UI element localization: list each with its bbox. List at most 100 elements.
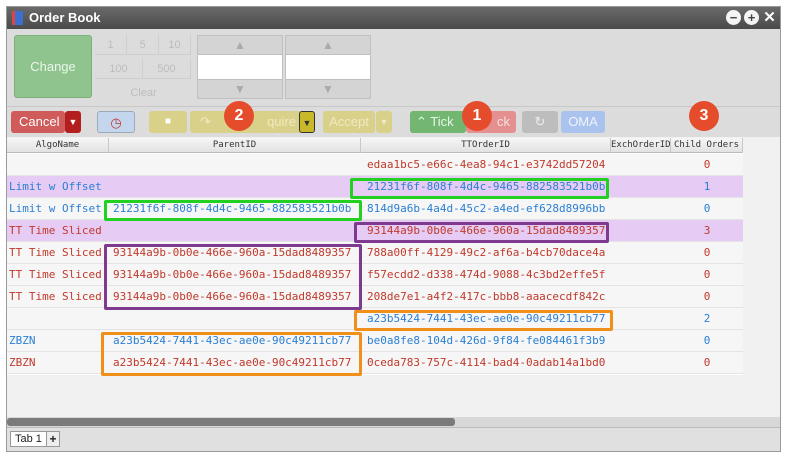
price-stepper: ▲ ▼ — [285, 35, 371, 99]
order-entry-panel: Change 1 5 10 100 500 Clear ▲ ▼ ▲ ▼ — [7, 29, 780, 107]
child-orders-cell: 0 — [703, 356, 711, 369]
callout-badge-2: 2 — [224, 101, 254, 131]
child-orders-cell: 0 — [703, 202, 711, 215]
column-header-parentid[interactable]: ParentID — [109, 138, 361, 153]
table-row[interactable]: ZBZN a23b5424-7441-43ec-ae0e-90c49211cb77… — [7, 352, 743, 374]
algo-cell: Limit w Offset — [9, 202, 102, 215]
quantity-input[interactable] — [198, 54, 282, 80]
accept-dropdown-icon[interactable]: ▼ — [376, 111, 392, 133]
child-orders-cell: 1 — [703, 180, 711, 193]
table-row[interactable]: TT Time Sliced 93144a9b-0b0e-466e-960a-15… — [7, 286, 743, 308]
child-orders-cell: 2 — [703, 312, 711, 325]
maximize-icon[interactable]: + — [744, 10, 759, 25]
tab-1[interactable]: Tab 1 — [10, 431, 47, 447]
column-header-ttorderid[interactable]: TTOrderID — [361, 138, 611, 153]
change-button[interactable]: Change — [14, 35, 92, 98]
stop-icon[interactable]: ■ — [149, 111, 187, 133]
table-row[interactable]: Limit w Offset 21231f6f-808f-4d4c-9465-88… — [7, 176, 743, 198]
table-row[interactable]: edaa1bc5-e66c-4ea8-94c1-e3742dd57204 0 — [7, 154, 743, 176]
child-orders-cell: 0 — [703, 290, 711, 303]
callout-badge-1: 1 — [462, 101, 492, 131]
tick-button[interactable]: ⌃ Tick — [410, 111, 466, 133]
algo-cell: Limit w Offset — [9, 180, 102, 193]
header-filler — [743, 138, 780, 153]
child-orders-cell: 3 — [703, 224, 711, 237]
algo-cell: TT Time Sliced — [9, 290, 102, 303]
clear-button[interactable]: Clear — [95, 85, 192, 101]
oma-button[interactable]: OMA — [561, 111, 605, 133]
child-orders-cell: 0 — [703, 334, 711, 347]
tab-bar: Tab 1 + — [7, 427, 780, 451]
ttorderid-cell: 21231f6f-808f-4d4c-9465-882583521b0b — [367, 180, 606, 193]
book-icon — [12, 11, 23, 25]
share-icon: ↷ — [200, 114, 211, 129]
parentid-cell: 93144a9b-0b0e-466e-960a-15dad8489357 — [113, 268, 352, 281]
algo-cell — [9, 308, 109, 330]
ttorderid-cell: 0ceda783-757c-4114-bad4-0adab14a1bd0 — [367, 356, 606, 369]
parentid-cell — [113, 176, 363, 198]
ttorderid-cell: 208de7e1-a4f2-417c-bbb8-aaacecdf842c — [367, 290, 606, 303]
tick-label: Tick — [430, 114, 454, 129]
add-tab-button[interactable]: + — [46, 431, 60, 447]
parentid-cell — [113, 308, 363, 330]
close-icon[interactable]: ✕ — [762, 10, 777, 25]
algo-cell: ZBZN — [9, 334, 36, 347]
algo-cell — [9, 154, 109, 176]
minimize-icon[interactable]: − — [726, 10, 741, 25]
parentid-cell — [113, 154, 363, 176]
cancel-dropdown-icon[interactable]: ▼ — [65, 111, 81, 133]
grid-header: AlgoName ParentID TTOrderID ExchOrderID … — [7, 138, 743, 153]
chevron-up-icon: ⌃ — [416, 114, 431, 129]
callout-badge-3: 3 — [689, 101, 719, 131]
grid-filler — [743, 153, 780, 375]
arrow-up-icon[interactable]: ▲ — [286, 36, 370, 54]
cancel-button[interactable]: Cancel — [11, 111, 65, 133]
order-book-window: Order Book − + ✕ Change 1 5 10 100 500 C… — [6, 6, 781, 452]
title-bar[interactable]: Order Book − + ✕ — [7, 7, 780, 29]
column-header-child-orders[interactable]: Child Orders — [671, 138, 743, 153]
table-row[interactable]: TT Time Sliced 93144a9b-0b0e-466e-960a-15… — [7, 220, 743, 242]
ttorderid-cell: f57ecdd2-d338-474d-9088-4c3bd2effe5f — [367, 268, 606, 281]
algo-cell: TT Time Sliced — [9, 246, 102, 259]
qty-500-button[interactable]: 500 — [143, 59, 191, 79]
qty-10-button[interactable]: 10 — [159, 35, 191, 55]
child-orders-cell: 0 — [703, 268, 711, 281]
ttorderid-cell: edaa1bc5-e66c-4ea8-94c1-e3742dd57204 — [367, 158, 606, 171]
window-title: Order Book — [29, 10, 101, 25]
ttorderid-cell: 788a00ff-4129-49c2-af6a-b4cb70dace4a — [367, 246, 606, 259]
algo-cell: ZBZN — [9, 356, 36, 369]
table-row[interactable]: a23b5424-7441-43ec-ae0e-90c49211cb77 2 — [7, 308, 743, 330]
grid-empty-area — [7, 375, 780, 423]
horizontal-scrollbar[interactable] — [7, 417, 780, 427]
arrow-down-icon[interactable]: ▼ — [198, 80, 282, 98]
qty-5-button[interactable]: 5 — [127, 35, 159, 55]
ttorderid-cell: be0a8fe8-104d-426d-9f84-fe084461f3b9 — [367, 334, 606, 347]
order-toolbar: Cancel ▼ ◷ ■ ↷ quire ▼ Accept ▼ ⌃ Tick ck… — [7, 107, 780, 137]
arrow-down-icon[interactable]: ▼ — [286, 80, 370, 98]
table-row[interactable]: ZBZN a23b5424-7441-43ec-ae0e-90c49211cb77… — [7, 330, 743, 352]
algo-cell: TT Time Sliced — [9, 268, 102, 281]
acquire-label: quire — [267, 114, 296, 129]
column-header-exchorderid[interactable]: ExchOrderID — [611, 138, 671, 153]
ttorderid-cell: 814d9a6b-4a4d-45c2-a4ed-ef628d8996bb — [367, 202, 606, 215]
ttorderid-cell: 93144a9b-0b0e-466e-960a-15dad8489357 — [367, 224, 606, 237]
algo-cell: TT Time Sliced — [9, 224, 102, 237]
column-header-algoname[interactable]: AlgoName — [7, 138, 109, 153]
parentid-cell: 93144a9b-0b0e-466e-960a-15dad8489357 — [113, 290, 352, 303]
history-icon[interactable]: ◷ — [97, 111, 135, 133]
refresh-icon[interactable]: ↻ — [522, 111, 558, 133]
child-orders-cell: 0 — [703, 158, 711, 171]
price-input[interactable] — [286, 54, 370, 80]
qty-100-button[interactable]: 100 — [95, 59, 143, 79]
parentid-cell — [113, 220, 363, 242]
table-row[interactable]: Limit w Offset 21231f6f-808f-4d4c-9465-88… — [7, 198, 743, 220]
child-orders-cell: 0 — [703, 246, 711, 259]
table-row[interactable]: TT Time Sliced 93144a9b-0b0e-466e-960a-15… — [7, 264, 743, 286]
acquire-dropdown-icon[interactable]: ▼ — [299, 111, 315, 133]
parentid-cell: a23b5424-7441-43ec-ae0e-90c49211cb77 — [113, 334, 352, 347]
arrow-up-icon[interactable]: ▲ — [198, 36, 282, 54]
qty-1-button[interactable]: 1 — [95, 35, 127, 55]
accept-button[interactable]: Accept — [323, 111, 375, 133]
scrollbar-thumb[interactable] — [7, 418, 455, 426]
table-row[interactable]: TT Time Sliced 93144a9b-0b0e-466e-960a-15… — [7, 242, 743, 264]
